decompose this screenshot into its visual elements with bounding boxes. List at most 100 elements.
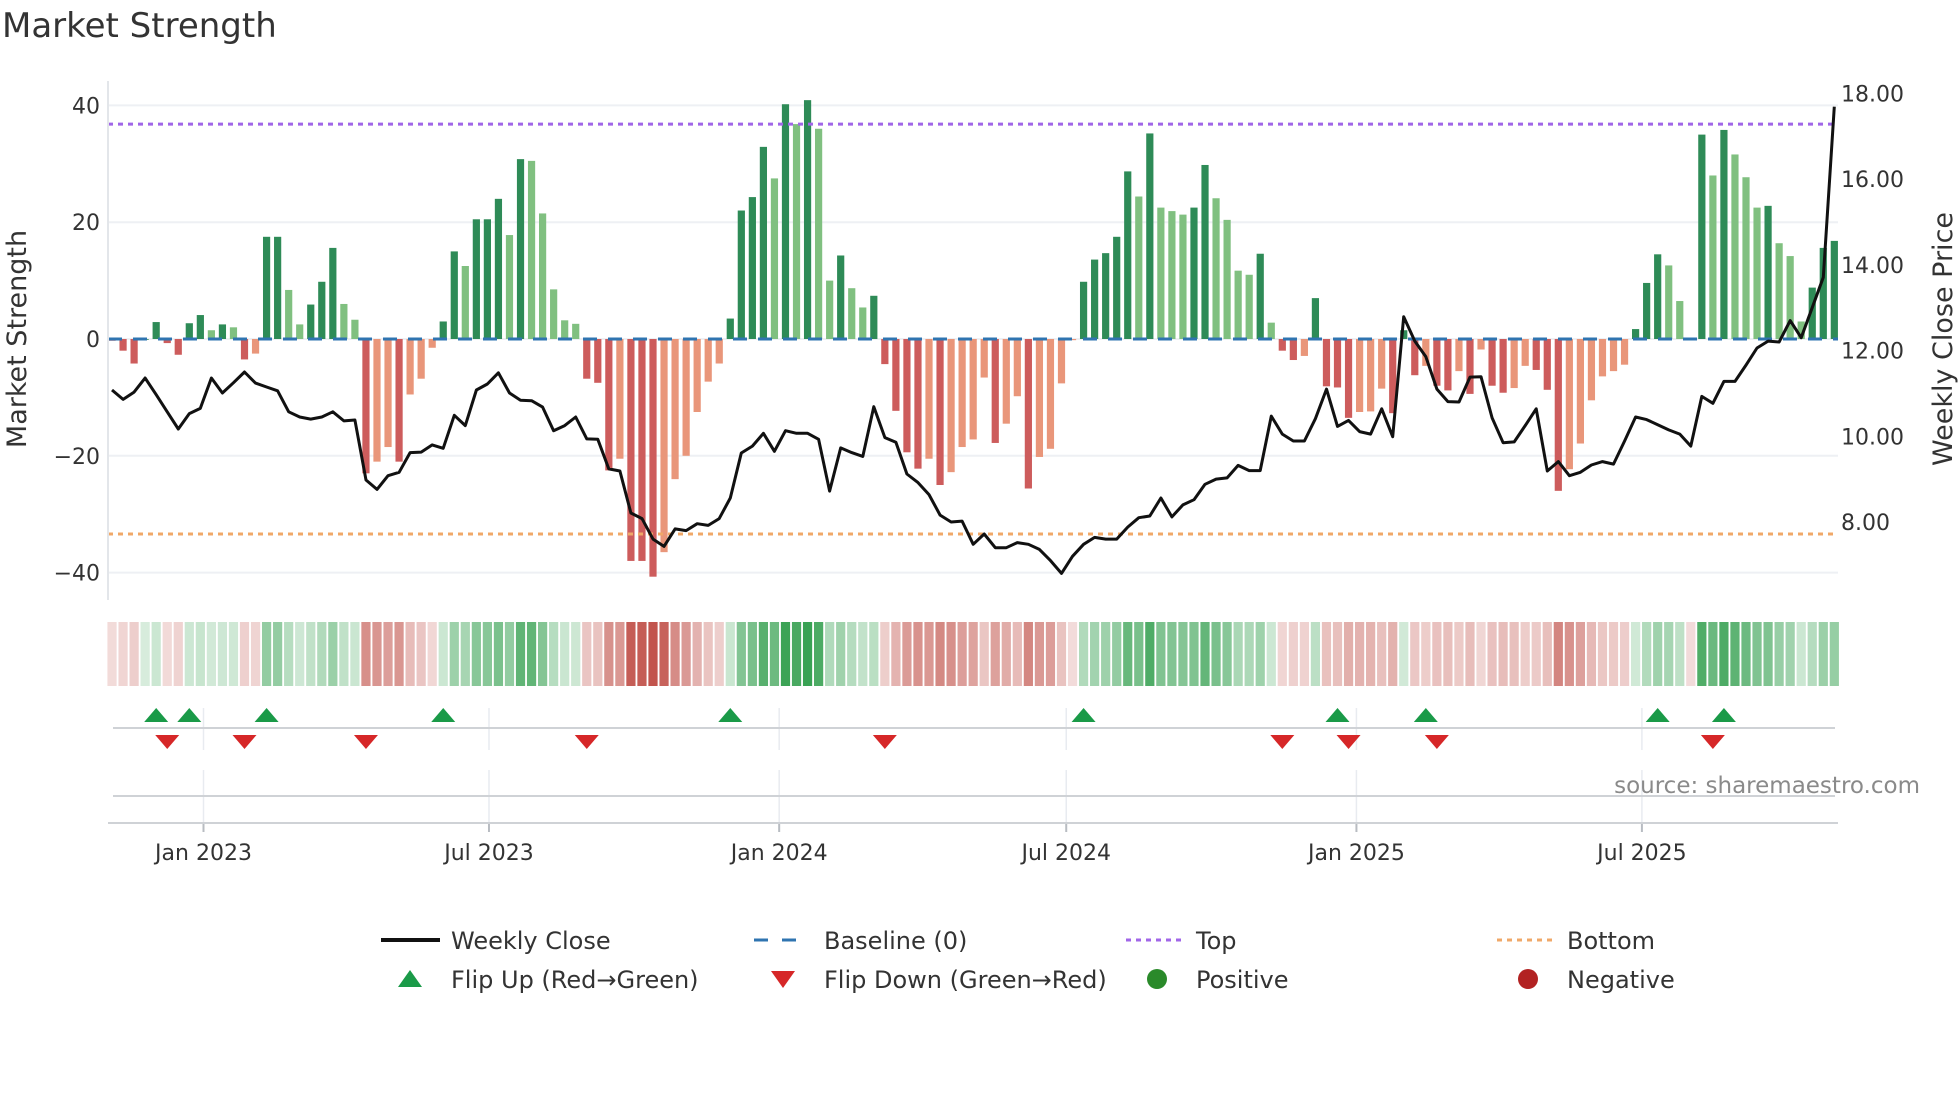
strength-bar — [1731, 154, 1739, 339]
strip-cell — [913, 622, 923, 686]
strip-cell — [869, 622, 879, 686]
strength-bar — [472, 219, 480, 339]
strength-bar — [1521, 339, 1529, 366]
strip-cell — [438, 622, 448, 686]
strength-bar — [417, 339, 425, 379]
x-tick-label: Jul 2025 — [1595, 841, 1687, 866]
x-tick-label: Jan 2025 — [1306, 841, 1405, 866]
flip-up-marker — [144, 708, 169, 722]
strength-bar — [594, 339, 602, 383]
strength-bar — [1245, 274, 1253, 339]
strip-cell — [107, 622, 117, 686]
strength-bar — [1190, 207, 1198, 339]
strip-cell — [1818, 622, 1828, 686]
strip-cell — [1145, 622, 1155, 686]
strength-bar — [1742, 177, 1750, 339]
strength-bar — [1455, 339, 1463, 372]
strip-cell — [129, 622, 139, 686]
strip-cell — [957, 622, 967, 686]
strip-cell — [1277, 622, 1287, 686]
strip-cell — [979, 622, 989, 686]
y2-tick-label: 12.00 — [1841, 340, 1904, 365]
circle-icon — [1147, 969, 1167, 989]
strength-bar — [748, 197, 756, 339]
strength-heat-strip — [107, 622, 1839, 686]
strength-bar — [1212, 198, 1220, 339]
strength-bar — [1698, 134, 1706, 339]
strength-bar — [914, 339, 922, 469]
y-tick-label: 0 — [86, 328, 100, 353]
y-tick-label: 20 — [72, 211, 100, 236]
strip-cell — [217, 622, 228, 686]
strip-cell — [1244, 622, 1254, 686]
strength-bar — [1367, 339, 1375, 412]
strip-cell — [1178, 622, 1188, 686]
strength-bar — [1830, 240, 1838, 339]
legend: Weekly Close Baseline (0) Top Bottom Flip Up… — [381, 927, 1675, 994]
flip-up-marker — [177, 708, 202, 722]
strength-bar — [1079, 281, 1088, 339]
strength-bar — [1709, 175, 1717, 339]
strip-cell — [1101, 622, 1111, 686]
strip-cell — [1708, 622, 1718, 686]
strength-bar — [119, 339, 127, 351]
strip-cell — [1045, 622, 1056, 686]
strength-bar — [1234, 270, 1242, 339]
strip-cell — [769, 622, 780, 686]
strength-bar — [1267, 322, 1275, 339]
strip-cell — [615, 622, 625, 686]
market-strength-chart: 40 20 0 −20 −40 18.00 16.00 14.00 12.00 10.00 8.00… — [2, 81, 1959, 994]
legend-item: Flip Down (Green→Red) — [771, 966, 1107, 994]
strip-cell — [1553, 622, 1563, 686]
strip-cell — [526, 622, 537, 686]
y2-tick-label: 18.00 — [1841, 82, 1904, 107]
strip-cell — [1741, 622, 1751, 686]
strength-bar — [1598, 339, 1607, 377]
strip-cell — [626, 622, 636, 686]
strip-cell — [1697, 622, 1707, 686]
strip-cell — [1123, 622, 1133, 686]
strength-bar — [1102, 253, 1110, 339]
y-tick-label: −40 — [54, 562, 100, 587]
strip-cell — [990, 622, 1000, 686]
strip-cell — [416, 622, 426, 686]
strip-cell — [537, 622, 548, 686]
strip-cell — [791, 622, 802, 686]
strength-bar — [759, 146, 768, 339]
strength-bar — [693, 339, 701, 412]
strip-cell — [140, 622, 150, 686]
strength-bar — [848, 288, 856, 339]
strength-bar — [483, 219, 491, 339]
strip-cell — [1653, 622, 1663, 686]
strength-bar — [815, 128, 823, 339]
strength-bar — [969, 339, 977, 440]
legend-label: Positive — [1196, 966, 1289, 994]
strip-cell — [1575, 622, 1585, 686]
strip-cell — [1366, 622, 1376, 686]
strength-bar — [826, 280, 834, 339]
strength-bar — [1278, 339, 1286, 351]
strip-cell — [549, 622, 559, 686]
strength-bar — [1378, 339, 1386, 389]
strength-bar — [737, 210, 745, 339]
strength-bar — [229, 327, 238, 339]
flip-down-marker — [872, 735, 897, 749]
strip-cell — [1310, 622, 1321, 686]
strip-cell — [1675, 622, 1685, 686]
strip-cell — [1531, 622, 1541, 686]
strength-bar — [1587, 339, 1596, 401]
strip-cell — [802, 622, 813, 686]
strip-cell — [1266, 622, 1276, 686]
strength-bar — [373, 339, 381, 462]
strength-bar — [1333, 339, 1342, 388]
strip-cell — [571, 622, 581, 686]
strip-cell — [1719, 622, 1729, 686]
strip-cell — [1642, 622, 1652, 686]
flip-down-marker — [232, 735, 257, 749]
strip-cell — [1078, 622, 1089, 686]
strength-bar — [1444, 339, 1452, 391]
strip-cell — [1509, 622, 1519, 686]
strength-bar — [1510, 339, 1518, 389]
strength-bar — [903, 339, 911, 453]
strip-cell — [725, 622, 735, 686]
